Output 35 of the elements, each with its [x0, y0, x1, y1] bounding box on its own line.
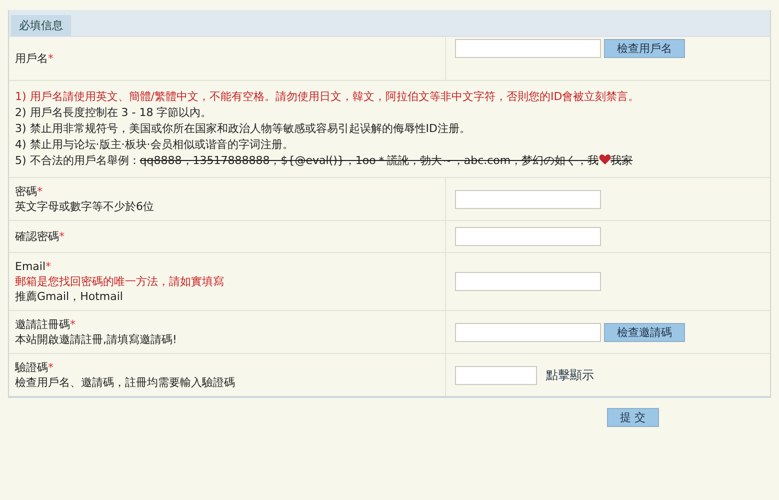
hint-text: 檢查用戶名、邀請碼，註冊均需要輸入驗證碼: [15, 375, 236, 390]
submit-button[interactable]: 提 交: [607, 408, 658, 427]
check-button[interactable]: 檢查用戶名: [604, 39, 685, 58]
field-label: Email: [15, 260, 46, 273]
struck-example: qq8888，13517888888，${@eval()}，1oo＊謊訛，勃大～，abc.com，梦幻の如く，我: [140, 154, 599, 167]
field-label: 用戶名: [15, 52, 48, 65]
rule-text: 5) 不合法的用戶名舉例：: [15, 154, 140, 167]
check-button[interactable]: 檢查邀請碼: [604, 322, 685, 342]
hint-text: 本站開啟邀請註冊,請填寫邀請碼!: [15, 332, 178, 347]
input-field[interactable]: [455, 227, 601, 246]
required-mark: *: [48, 52, 54, 65]
required-mark: *: [46, 260, 52, 273]
field-label: 驗證碼: [15, 361, 48, 374]
hint-text: 英文字母或數字等不少於6位: [15, 199, 155, 214]
input-field[interactable]: [455, 39, 601, 58]
hint-text: 推薦Gmail，Hotmail: [15, 289, 124, 304]
rule-text: 1) 用戶名請使用英文、簡體/繁體中文，不能有空格。請勿使用日文，韓文，阿拉伯文等非中文字符，否則您的ID會被立刻禁言。: [15, 90, 640, 103]
required-mark: *: [59, 230, 64, 243]
field-label: 邀請註冊碼: [15, 318, 70, 331]
input-field[interactable]: [455, 272, 601, 291]
field-label: 確認密碼: [15, 230, 59, 243]
input-field[interactable]: [455, 322, 601, 342]
input-field[interactable]: [455, 190, 601, 208]
struck-example: 我家: [610, 154, 633, 167]
required-mark: *: [48, 361, 54, 374]
show-captcha-link[interactable]: 點擊顯示: [546, 366, 594, 384]
heart-icon: [598, 154, 611, 165]
input-field[interactable]: [455, 366, 537, 384]
hint-text: 郵箱是您找回密碼的唯一方法，請如實填寫: [15, 274, 225, 289]
rule-text: 2) 用戶名長度控制在 3 - 18 字節以內。: [15, 106, 212, 119]
required-mark: *: [70, 318, 76, 331]
rule-text: 3) 禁止用非常规符号，美国或你所在国家和政治人物等敏感或容易引起误解的侮辱性ID注册。: [15, 122, 471, 135]
field-label: 密碼: [15, 185, 37, 198]
required-mark: *: [37, 185, 42, 198]
rule-text: 4) 禁止用与论坛·版主·板块·会员相似或谐音的字词注册。: [15, 138, 294, 151]
